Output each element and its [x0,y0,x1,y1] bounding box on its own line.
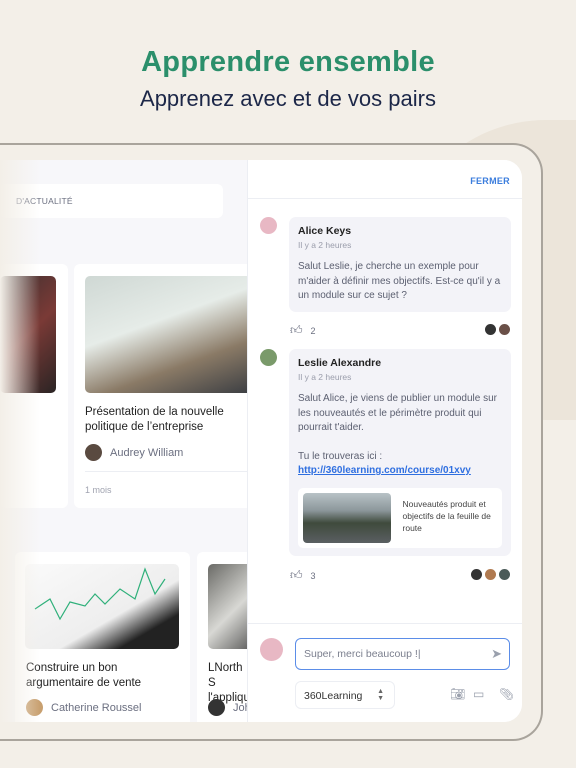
like-count: 3 [310,570,316,581]
card-title: Présentation de la nouvelle politique de… [85,406,224,433]
message-text-2: Tu le trouveras ici : [298,450,383,462]
avatar [85,444,102,461]
camera-icon[interactable]: 📷︎ [450,687,465,701]
send-icon[interactable]: ➤ [491,646,502,662]
message-text: Salut Alice, je viens de publier un modu… [298,393,498,433]
close-button[interactable]: FERMER [470,176,510,186]
reactor-avatars [471,569,510,580]
avatar [499,569,510,580]
edge-fade [0,160,40,722]
avatar [485,569,496,580]
group-select[interactable]: 360Learning ▲ ▼ [295,681,395,709]
page-title: Apprendre ensemble [141,46,435,78]
preview-image [303,492,391,543]
updown-arrow-icon: ▲ ▼ [377,688,384,702]
link-preview-card[interactable]: Nouveautés produit et objectifs de la fe… [298,487,502,548]
feed-card[interactable]: Construire un bon argumentaire de vente … [15,552,190,722]
message-author: Alice Keys [298,225,352,237]
message-time: Il y a 2 heures [298,240,352,250]
card-author: Joh [208,699,251,716]
select-value: 360Learning [304,690,363,702]
paperclip-icon[interactable]: 📎︎ [499,687,514,701]
divider [248,623,522,624]
divider [248,198,522,199]
chart-thumbnail [34,567,166,621]
divider [85,471,250,472]
feed-card[interactable]: Présentation de la nouvelle politique de… [74,264,254,508]
card-title: Construire un bon argumentaire de vente [26,662,142,689]
avatar [499,324,510,335]
app-screen: D'ACTUALITÉ Présentation de la nouvelle … [0,160,522,722]
message-text: Tu le trouveras ici : http://360learning.… [298,450,502,479]
chat-message: Leslie Alexandre Il y a 2 heures Salut A… [289,349,511,556]
like-button[interactable]: 👍︎ 3 [290,568,316,583]
card-author: Audrey William [85,444,183,461]
input-value: Super, merci beaucoup !| [304,648,421,660]
page-subtitle: Apprenez avec et de vos pairs [140,86,436,111]
avatar [208,699,225,716]
card-image [25,564,179,649]
avatar [471,569,482,580]
avatar-leslie [260,349,277,366]
message-text: Salut Leslie, je cherche un exemple pour… [298,261,501,301]
message-input[interactable]: Super, merci beaucoup !| ➤ [295,638,510,670]
message-author: Leslie Alexandre [298,357,382,369]
thumbs-up-icon: 👍︎ [290,323,303,337]
video-icon[interactable]: ▭ [473,687,484,701]
avatar [485,324,496,335]
author-name: Audrey William [110,446,184,459]
current-user-avatar [260,638,283,661]
avatar-alice [260,217,277,234]
card-age: 1 mois [85,485,112,495]
thumbs-up-icon: 👍︎ [290,568,303,582]
message-time: Il y a 2 heures [298,372,352,382]
like-count: 2 [310,325,316,336]
card-image [85,276,254,393]
like-button[interactable]: 👍︎ 2 [290,323,316,338]
chat-message: Alice Keys Il y a 2 heures Salut Leslie,… [289,217,511,312]
preview-title: Nouveautés produit et objectifs de la fe… [402,498,491,533]
reactor-avatars [485,324,510,335]
author-name: Catherine Roussel [51,701,142,714]
course-link[interactable]: http://360learning.com/course/01xvy [298,465,471,476]
card-author: Catherine Roussel [26,699,142,716]
chat-panel: FERMER Alice Keys Il y a 2 heures Salut … [247,160,522,722]
